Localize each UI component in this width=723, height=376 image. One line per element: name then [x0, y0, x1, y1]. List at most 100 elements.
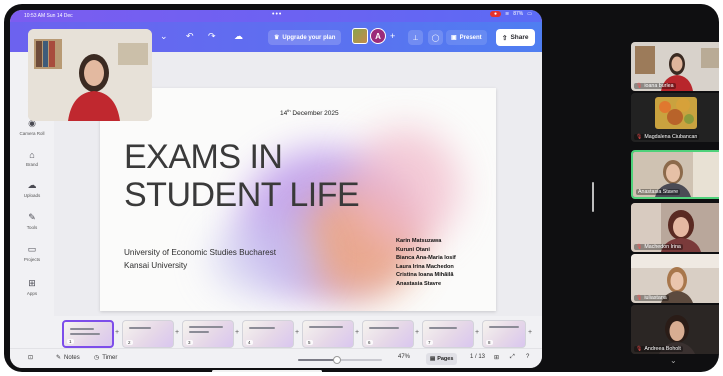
sidebar-item-apps[interactable]: ⊞ Apps — [10, 278, 54, 296]
sidebar-item-uploads[interactable]: ☁ Uploads — [10, 180, 54, 198]
add-page-icon[interactable]: + — [475, 329, 479, 336]
grid-icon[interactable]: ⊞ — [494, 354, 499, 361]
present-button[interactable]: ▣ Present — [446, 30, 487, 45]
home-indicator[interactable] — [212, 370, 322, 372]
crown-icon: ♛ — [274, 35, 280, 41]
share-label: Share — [510, 34, 529, 41]
self-view-video[interactable] — [28, 29, 152, 121]
page-thumbnails: 1 + 2 + 3 + 4 + 5 + 6 + 7 + 8 + — [54, 316, 542, 348]
status-bar: 10:53 AM Sun 14 Dec ••• ● ≋ 87% ▭ — [10, 10, 542, 22]
split-view-handle[interactable] — [592, 182, 594, 212]
tablet-screen: 10:53 AM Sun 14 Dec ••• ● ≋ 87% ▭ ⌄ ↶ ↷ … — [4, 4, 719, 372]
participant-tile[interactable]: 🎙︎ Machedon Irina — [631, 203, 719, 252]
zoom-slider-knob[interactable] — [333, 356, 342, 364]
pages-button[interactable]: ▤ Pages — [426, 353, 458, 365]
multitask-dots-icon[interactable]: ••• — [272, 11, 282, 18]
zoom-slider[interactable] — [298, 356, 382, 364]
page-number: 1 — [67, 339, 74, 344]
page-number: 7 — [426, 340, 433, 345]
add-page-icon[interactable]: + — [175, 329, 179, 336]
participant-tile[interactable]: 🎙︎ iuliastana — [631, 254, 719, 303]
redo-icon[interactable]: ↷ — [208, 31, 216, 42]
uploads-icon: ☁ — [27, 180, 37, 190]
participant-tile[interactable]: 🎙︎ Magdalena Ciubancan — [631, 93, 719, 142]
add-page-icon[interactable]: + — [295, 329, 299, 336]
brand-icon: ⌂ — [29, 150, 35, 160]
presenter-name: Bianca Ana-Maria Iosif — [396, 255, 456, 262]
participant-tile[interactable]: 🎙︎ Andreea Boholt — [631, 305, 719, 354]
analytics-icon[interactable]: ⊥ — [408, 30, 423, 45]
present-icon: ▣ — [451, 35, 457, 41]
grid-view-icon[interactable]: ⊡ — [28, 354, 33, 361]
presenter-name: Cristina Ioana Mihăilă — [396, 272, 454, 279]
sidebar-item-projects[interactable]: ▭ Projects — [10, 244, 54, 262]
participant-name-tag: Anastasia Stavre — [636, 189, 681, 195]
mic-off-icon: 🎙︎ — [636, 83, 643, 89]
slide-date: 14th December 2025 — [280, 108, 339, 117]
page-thumbnail[interactable]: 2 — [122, 320, 174, 348]
chevron-down-icon[interactable]: ⌄ — [670, 356, 677, 365]
page-thumbnail[interactable]: 1 — [62, 320, 114, 348]
upgrade-plan-button[interactable]: ♛ Upgrade your plan — [268, 30, 342, 45]
thumbnail-text-line — [489, 326, 519, 328]
thumbnail-text-line — [309, 326, 343, 328]
page-number: 5 — [306, 340, 313, 345]
help-icon[interactable]: ? — [526, 354, 529, 360]
page-number: 8 — [486, 340, 493, 345]
gradient-blob-pink — [350, 128, 460, 248]
page-thumbnail[interactable]: 6 — [362, 320, 414, 348]
sidebar-item-tools[interactable]: ✎ Tools — [10, 212, 54, 230]
zoom-slider-fill — [298, 359, 338, 361]
sidebar-item-label: Uploads — [23, 193, 41, 198]
add-page-icon[interactable]: + — [115, 329, 119, 336]
collaborator-avatar[interactable]: A — [370, 28, 386, 44]
page-thumbnail[interactable]: 7 — [422, 320, 474, 348]
thumbnail-text-line — [129, 327, 151, 329]
presenter-name: Kuruni Otani — [396, 246, 430, 253]
recording-indicator: ● — [490, 11, 502, 17]
timer-button[interactable]: ◷ Timer — [94, 354, 117, 362]
add-page-icon[interactable]: + — [235, 329, 239, 336]
fullscreen-icon[interactable]: ⤢ — [510, 354, 515, 361]
participant-name-tag: 🎙︎ iuliastana — [634, 295, 669, 301]
page-thumbnail[interactable]: 8 — [482, 320, 526, 348]
add-page-icon[interactable]: + — [415, 329, 419, 336]
self-view-feed — [28, 29, 152, 121]
sidebar-item-brand[interactable]: ⌂ Brand — [10, 150, 54, 167]
thumbnail-text-line — [189, 331, 209, 333]
upgrade-plan-label: Upgrade your plan — [282, 34, 336, 41]
sidebar-item-label: Camera Roll — [19, 131, 45, 136]
collaborator-avatar-photo[interactable] — [352, 28, 368, 44]
sidebar-item-label: Apps — [26, 291, 38, 296]
slide[interactable]: 14th December 2025 EXAMS IN STUDENT LIFE… — [100, 88, 496, 311]
participant-name: iuliastana — [644, 295, 667, 301]
page-number: 3 — [186, 340, 193, 345]
page-thumbnail[interactable]: 5 — [302, 320, 354, 348]
undo-icon[interactable]: ↶ — [186, 31, 194, 42]
participant-tile-active-speaker[interactable]: Anastasia Stavre — [631, 150, 719, 199]
thumbnail-text-line — [429, 327, 457, 329]
comments-icon[interactable]: ◯ — [428, 30, 443, 45]
page-number: 4 — [246, 340, 253, 345]
pages-label: Pages — [437, 356, 454, 362]
chevron-down-icon[interactable]: ⌄ — [160, 31, 168, 42]
pages-icon: ▤ — [430, 356, 436, 362]
zoom-level[interactable]: 47% — [398, 354, 410, 360]
participant-tile[interactable]: 🎙︎ ioana burlea — [631, 42, 719, 91]
add-page-icon[interactable]: + — [355, 329, 359, 336]
slide-presenters: Karin Matsuzawa Kuruni Otani Bianca Ana-… — [396, 237, 456, 289]
add-page-icon[interactable]: + — [528, 329, 532, 336]
wifi-icon: ≋ — [505, 11, 510, 17]
notes-label: Notes — [64, 354, 80, 361]
notes-button[interactable]: ✎ Notes — [56, 354, 80, 362]
share-icon: ⇧ — [502, 34, 508, 42]
page-thumbnail[interactable]: 3 — [182, 320, 234, 348]
page-thumbnail[interactable]: 4 — [242, 320, 294, 348]
notes-icon: ✎ — [56, 355, 62, 361]
cloud-saved-icon[interactable]: ☁ — [234, 31, 243, 42]
mic-off-icon: 🎙︎ — [636, 295, 643, 301]
share-button[interactable]: ⇧ Share — [496, 29, 535, 46]
presenter-name: Anastasia Stavre — [396, 280, 442, 287]
add-collaborator-icon[interactable]: + — [390, 31, 395, 41]
thumbnail-text-line — [249, 327, 275, 329]
